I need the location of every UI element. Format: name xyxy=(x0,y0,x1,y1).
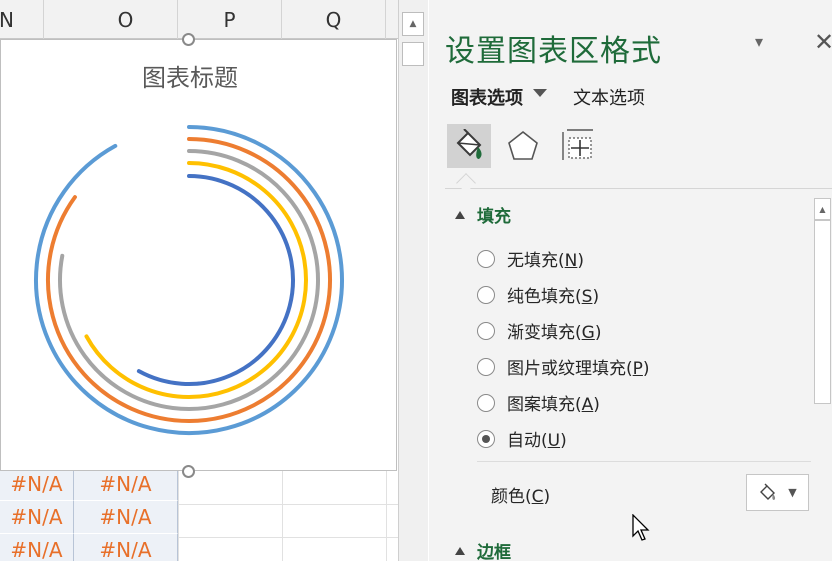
fill-option-automatic[interactable]: 自动(U) xyxy=(477,426,567,451)
effects-icon[interactable] xyxy=(501,124,545,168)
pane-scrollbar-thumb[interactable] xyxy=(814,220,831,404)
fill-option-picture-texture[interactable]: 图片或纹理填充(P) xyxy=(477,354,650,379)
cell-o-2[interactable]: #N/A xyxy=(74,501,178,534)
pane-options-dropdown-icon[interactable]: ▾ xyxy=(755,32,763,51)
excel-window: N O P Q #N/A #N/A #N/A #N/A #N/A #N/A 图表… xyxy=(0,0,832,561)
tab-text-options[interactable]: 文本选项 xyxy=(573,84,645,110)
ring-arc-3[interactable] xyxy=(58,149,320,411)
radio-button[interactable] xyxy=(477,393,495,412)
collapse-triangle-icon[interactable] xyxy=(455,546,465,555)
ring-arc-1[interactable] xyxy=(34,125,344,435)
collapse-triangle-icon[interactable] xyxy=(455,210,465,219)
ring-arc-4[interactable] xyxy=(84,161,308,399)
format-chart-area-pane: 设置图表区格式 ▾ ✕ 图表选项 文本选项 填充 无填充(N) 纯色填充(S) … xyxy=(429,0,832,561)
column-header-n[interactable]: N xyxy=(0,0,44,39)
tab-pointer xyxy=(456,173,476,193)
pane-divider xyxy=(445,188,832,189)
fill-color-picker-button[interactable]: ▼ xyxy=(746,474,809,511)
section-separator xyxy=(477,461,811,462)
radio-button[interactable] xyxy=(477,321,495,340)
chart-resize-handle-bottom[interactable] xyxy=(182,465,195,478)
column-headers: N O P Q xyxy=(0,0,398,39)
sheet-vertical-scrollbar[interactable]: ▲ xyxy=(398,0,428,561)
chevron-down-icon: ▼ xyxy=(788,486,797,499)
chart-area[interactable]: 图表标题 xyxy=(0,39,397,471)
cell-o-1[interactable]: #N/A xyxy=(74,468,178,501)
fill-line-icon[interactable] xyxy=(447,124,491,168)
tab-chart-options[interactable]: 图表选项 xyxy=(451,84,523,110)
ring-arc-2[interactable] xyxy=(46,137,332,423)
fill-option-pattern[interactable]: 图案填充(A) xyxy=(477,390,600,415)
column-header-o[interactable]: O xyxy=(74,0,178,39)
mouse-cursor-icon xyxy=(632,514,650,541)
color-label: 颜色(C) xyxy=(491,487,551,507)
cell-n-2[interactable]: #N/A xyxy=(0,501,74,534)
radial-bar-chart[interactable] xyxy=(1,40,398,472)
scroll-up-arrow-icon[interactable]: ▲ xyxy=(402,12,424,36)
pane-vertical-scrollbar[interactable]: ▲ xyxy=(813,198,832,561)
paint-bucket-icon xyxy=(760,483,776,500)
chart-resize-handle-top[interactable] xyxy=(182,33,195,46)
cell-n-1[interactable]: #N/A xyxy=(0,468,74,501)
radio-button[interactable] xyxy=(477,249,495,268)
section-border-header[interactable]: 边框 xyxy=(455,538,511,561)
ring-arc-5[interactable] xyxy=(136,174,295,386)
chevron-down-icon[interactable] xyxy=(533,89,547,97)
cell-n-3[interactable]: #N/A xyxy=(0,534,74,561)
column-header-q[interactable]: Q xyxy=(282,0,386,39)
scrollbar-thumb[interactable] xyxy=(402,42,424,66)
pane-title: 设置图表区格式 xyxy=(445,34,662,69)
section-fill-header[interactable]: 填充 xyxy=(455,202,511,227)
size-properties-icon[interactable] xyxy=(555,124,599,168)
cell-o-3[interactable]: #N/A xyxy=(74,534,178,561)
column-header-p[interactable]: P xyxy=(178,0,282,39)
close-icon[interactable]: ✕ xyxy=(814,28,832,56)
radio-button[interactable] xyxy=(477,357,495,376)
radio-button[interactable] xyxy=(477,285,495,304)
section-fill-title: 填充 xyxy=(477,207,511,227)
radio-button-checked[interactable] xyxy=(477,429,495,448)
section-border-title: 边框 xyxy=(477,543,511,561)
fill-option-none[interactable]: 无填充(N) xyxy=(477,246,584,271)
fill-option-gradient[interactable]: 渐变填充(G) xyxy=(477,318,601,343)
fill-option-solid[interactable]: 纯色填充(S) xyxy=(477,282,599,307)
scroll-up-arrow-icon[interactable]: ▲ xyxy=(814,198,831,220)
worksheet: N O P Q #N/A #N/A #N/A #N/A #N/A #N/A 图表… xyxy=(0,0,398,561)
